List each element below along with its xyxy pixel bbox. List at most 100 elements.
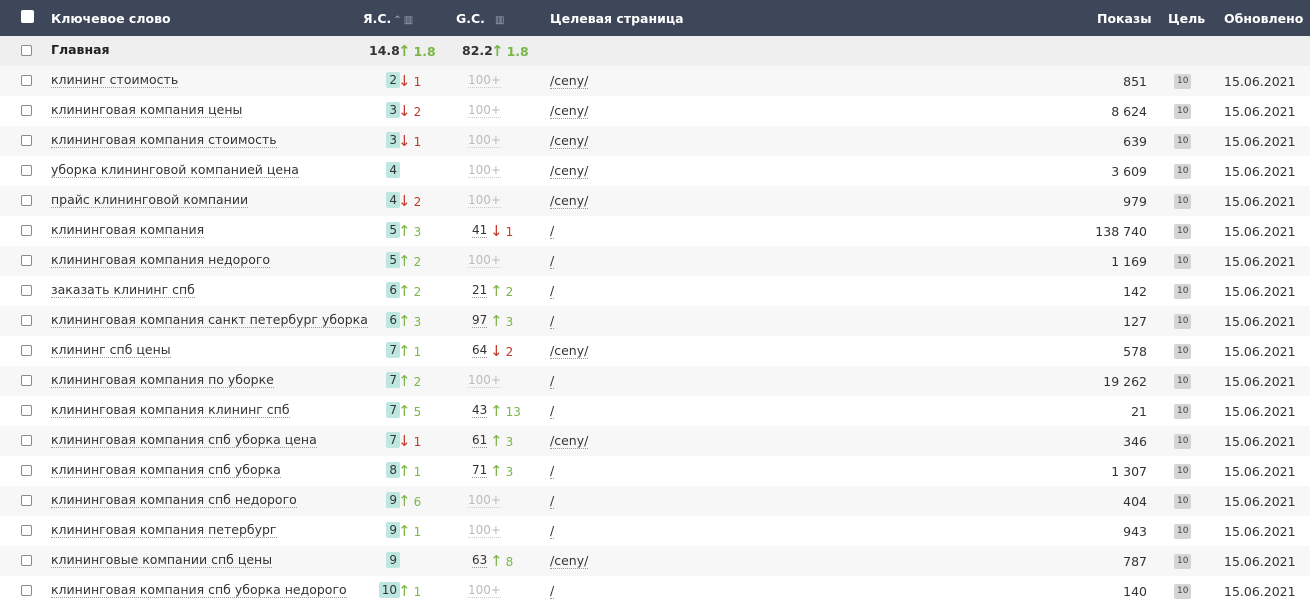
target-page-link[interactable]: / [550,583,555,599]
google-position[interactable]: 63 [472,553,488,568]
keyword-link[interactable]: клининговая компания петербург [51,523,277,538]
yandex-position[interactable]: 8 [370,462,400,478]
yandex-position[interactable]: 9 [370,522,400,538]
target-page-link[interactable]: / [550,463,555,479]
goal-badge[interactable]: 10 [1174,164,1192,179]
target-page-link[interactable]: / [550,313,555,329]
yandex-position[interactable]: 6 [370,282,400,298]
google-position[interactable]: 100+ [468,523,501,538]
google-position[interactable]: 100+ [468,103,501,118]
bar-chart-icon[interactable]: ▥ [404,15,413,26]
column-header-goal[interactable]: Цель [1168,11,1205,26]
google-position[interactable]: 21 [472,283,488,298]
row-checkbox[interactable] [21,285,32,296]
google-position[interactable]: 100+ [468,193,501,208]
yandex-position[interactable]: 5 [370,222,400,238]
goal-badge[interactable]: 10 [1174,134,1192,149]
column-header-yandex[interactable]: Я.С. ⌃ ▥ [363,11,413,26]
sort-icon[interactable]: ⌃ [393,15,401,26]
target-page-link[interactable]: / [550,493,555,509]
row-checkbox[interactable] [21,255,32,266]
keyword-link[interactable]: клининговая компания стоимость [51,133,277,148]
row-checkbox[interactable] [21,315,32,326]
yandex-position[interactable]: 3 [370,102,400,118]
yandex-position[interactable]: 9 [370,552,400,568]
google-position[interactable]: 100+ [468,373,501,388]
yandex-position[interactable]: 7 [370,342,400,358]
target-page-link[interactable]: /ceny/ [550,73,589,89]
google-position[interactable]: 100+ [468,163,501,178]
goal-badge[interactable]: 10 [1174,524,1192,539]
keyword-link[interactable]: клининг спб цены [51,343,171,358]
column-header-keyword[interactable]: Ключевое слово [51,11,171,26]
yandex-position[interactable]: 4 [370,192,400,208]
goal-badge[interactable]: 10 [1174,344,1192,359]
goal-badge[interactable]: 10 [1174,104,1192,119]
keyword-link[interactable]: заказать клининг спб [51,283,195,298]
row-checkbox[interactable] [21,465,32,476]
keyword-link[interactable]: уборка клининговой компанией цена [51,163,299,178]
google-position[interactable]: 100+ [468,253,501,268]
row-checkbox[interactable] [21,345,32,356]
goal-badge[interactable]: 10 [1174,404,1192,419]
bar-chart-icon[interactable]: ▥ [495,15,504,26]
goal-badge[interactable]: 10 [1174,374,1192,389]
row-checkbox[interactable] [21,555,32,566]
row-checkbox[interactable] [21,495,32,506]
column-header-google[interactable]: G.C. ▥ [456,11,504,26]
target-page-link[interactable]: / [550,253,555,269]
row-checkbox[interactable] [21,135,32,146]
google-position[interactable]: 100+ [468,583,501,598]
target-page-link[interactable]: / [550,283,555,299]
target-page-link[interactable]: / [550,523,555,539]
row-checkbox[interactable] [21,105,32,116]
target-page-link[interactable]: /ceny/ [550,433,589,449]
goal-badge[interactable]: 10 [1174,464,1192,479]
google-position[interactable]: 100+ [468,133,501,148]
yandex-position[interactable]: 10 [370,582,400,598]
google-position[interactable]: 100+ [468,73,501,88]
google-position[interactable]: 64 [472,343,488,358]
goal-badge[interactable]: 10 [1174,494,1192,509]
yandex-position[interactable]: 2 [370,72,400,88]
google-position[interactable]: 71 [472,463,488,478]
goal-badge[interactable]: 10 [1174,74,1192,89]
row-checkbox[interactable] [21,225,32,236]
keyword-link[interactable]: клининговая компания спб уборка [51,463,281,478]
goal-badge[interactable]: 10 [1174,554,1192,569]
keyword-link[interactable]: клининговая компания спб недорого [51,493,297,508]
keyword-link[interactable]: клининговая компания спб уборка недорого [51,583,347,598]
goal-badge[interactable]: 10 [1174,584,1192,599]
keyword-link[interactable]: клининговая компания недорого [51,253,271,268]
keyword-link[interactable]: клининг стоимость [51,73,179,88]
row-checkbox[interactable] [21,525,32,536]
goal-badge[interactable]: 10 [1174,194,1192,209]
keyword-link[interactable]: клининговая компания цены [51,103,243,118]
yandex-position[interactable]: 9 [370,492,400,508]
goal-badge[interactable]: 10 [1174,224,1192,239]
target-page-link[interactable]: / [550,373,555,389]
yandex-position[interactable]: 3 [370,132,400,148]
yandex-position[interactable]: 7 [370,432,400,448]
goal-badge[interactable]: 10 [1174,434,1192,449]
keyword-link[interactable]: клининговая компания санкт петербург убо… [51,313,368,328]
google-position[interactable]: 97 [472,313,488,328]
keyword-link[interactable]: клининговые компании спб цены [51,553,273,568]
target-page-link[interactable]: / [550,403,555,419]
select-all-checkbox[interactable] [21,10,34,23]
target-page-link[interactable]: / [550,223,555,239]
yandex-position[interactable]: 7 [370,402,400,418]
yandex-position[interactable]: 5 [370,252,400,268]
row-checkbox[interactable] [21,405,32,416]
target-page-link[interactable]: /ceny/ [550,193,589,209]
row-checkbox[interactable] [21,45,32,56]
yandex-position[interactable]: 4 [370,162,400,178]
google-position[interactable]: 43 [472,403,488,418]
row-checkbox[interactable] [21,435,32,446]
keyword-link[interactable]: прайс клининговой компании [51,193,249,208]
goal-badge[interactable]: 10 [1174,284,1192,299]
row-checkbox[interactable] [21,165,32,176]
group-label[interactable]: Главная [51,43,110,57]
row-checkbox[interactable] [21,75,32,86]
goal-badge[interactable]: 10 [1174,254,1192,269]
